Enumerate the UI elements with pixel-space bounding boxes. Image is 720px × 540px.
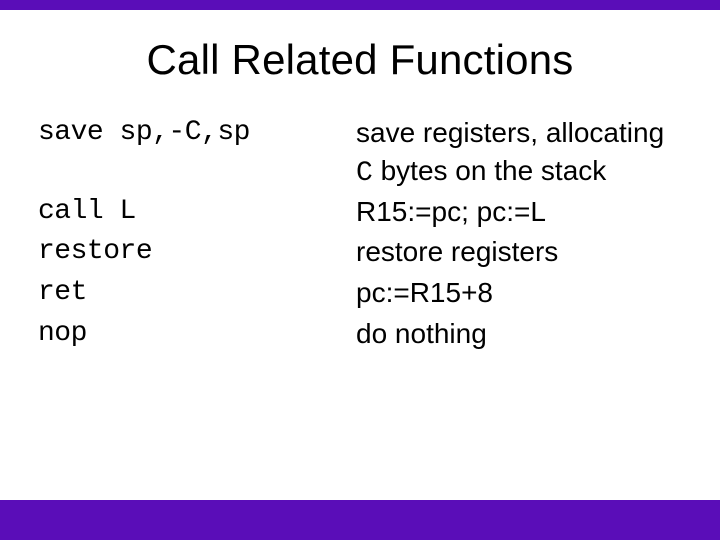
desc-cell: restore registers xyxy=(356,233,682,274)
slide: Call Related Functions save sp,-C,sp sav… xyxy=(0,0,720,540)
desc-text: do nothing xyxy=(356,318,487,349)
desc-text: bytes on the stack xyxy=(373,155,606,186)
instr-cell: call L xyxy=(38,193,348,234)
instr-cell: nop xyxy=(38,315,348,356)
instr-cell: restore xyxy=(38,233,348,274)
desc-text: R15:=pc; pc:=L xyxy=(356,196,546,227)
desc-text: pc:=R15+8 xyxy=(356,277,493,308)
desc-cell: R15:=pc; pc:=L xyxy=(356,193,682,234)
instr-cell: ret xyxy=(38,274,348,315)
desc-cell: pc:=R15+8 xyxy=(356,274,682,315)
desc-code: C xyxy=(356,158,373,189)
instruction-table: save sp,-C,sp save registers, allocating… xyxy=(0,114,720,356)
instr-cell: save sp,-C,sp xyxy=(38,114,348,193)
desc-text: restore registers xyxy=(356,236,558,267)
desc-text: save registers, allocating xyxy=(356,117,664,148)
desc-cell: do nothing xyxy=(356,315,682,356)
content-box: Call Related Functions save sp,-C,sp sav… xyxy=(0,10,720,500)
desc-cell: save registers, allocating C bytes on th… xyxy=(356,114,682,193)
slide-title: Call Related Functions xyxy=(0,10,720,114)
